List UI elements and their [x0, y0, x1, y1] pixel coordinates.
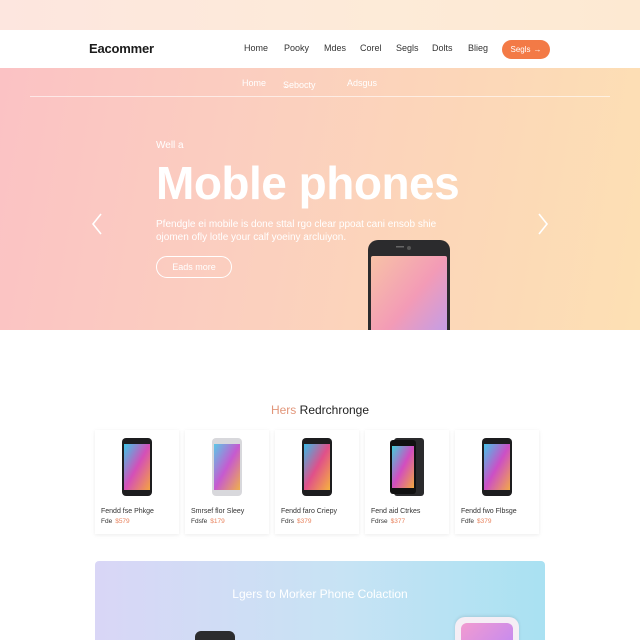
price-label: Fdrs	[281, 518, 294, 525]
product-image	[95, 438, 179, 502]
brand-logo[interactable]: Eacommer	[89, 41, 154, 56]
price-amount: $379	[297, 518, 312, 525]
chevron-right-icon[interactable]	[536, 212, 550, 236]
product-price: Fde $579	[101, 518, 130, 525]
chevron-left-icon[interactable]	[90, 212, 104, 236]
product-name: Fendd faro Criepy	[281, 508, 338, 515]
product-price: Fdrs $379	[281, 518, 311, 525]
sub-nav: Home Sebocty ⌄ Adsgus	[0, 76, 640, 96]
price-label: Fdrse	[371, 518, 388, 525]
hero-title: Moble phones	[156, 157, 460, 209]
nav-link-blieg[interactable]: Blieg	[468, 43, 488, 53]
nav-link-pooky[interactable]: Pooky	[284, 43, 324, 53]
nav-link-mdes[interactable]: Mdes	[324, 43, 360, 53]
price-label: Fdfe	[461, 518, 475, 525]
product-image	[185, 438, 269, 502]
price-amount: $379	[477, 518, 492, 525]
nav-link-home[interactable]: Home	[244, 43, 284, 53]
product-name: Smrsef flor Sleey	[191, 508, 245, 515]
chevron-down-icon: ⌄	[283, 80, 291, 90]
product-card[interactable]: Fendd faro Criepy Fdrs $379	[275, 430, 359, 534]
subnav-divider	[30, 96, 610, 97]
price-amount: $179	[210, 518, 225, 525]
product-name: Fendd fse Phkge	[101, 508, 154, 515]
product-card[interactable]: Fend aid Ctrkes Fdrse $377	[365, 430, 449, 534]
featured-title-prefix: Hers	[270, 403, 297, 417]
arrow-right-icon: →	[533, 45, 542, 54]
price-label: Fdsfe	[191, 518, 208, 525]
product-card[interactable]: Fendd fwo Flbsge Fdfe $379	[455, 430, 539, 534]
nav-link-segls[interactable]: Segls	[396, 43, 432, 53]
subnav-item-home[interactable]: Home	[242, 78, 266, 88]
product-name: Fend aid Ctrkes	[371, 508, 421, 515]
product-price: Fdfe $379	[461, 518, 491, 525]
hero-eyebrow: Well a	[156, 140, 184, 151]
price-amount: $579	[115, 518, 130, 525]
hero-phone-image	[368, 240, 450, 330]
price-amount: $377	[390, 518, 406, 525]
hero-read-more-button[interactable]: Eads more	[156, 256, 232, 278]
product-card[interactable]: Smrsef flor Sleey Fdsfe $179	[185, 430, 269, 534]
price-label: Fde	[101, 518, 113, 525]
subnav-item-adsgus[interactable]: Adsgus	[347, 78, 377, 88]
product-price: Fdsfe $179	[191, 518, 225, 525]
product-grid: Fendd fse Phkge Fde $579 Smrsef flor Slee…	[95, 430, 545, 536]
header-cta-label: Segls	[510, 45, 531, 54]
nav-link-corel[interactable]: Corel	[360, 43, 396, 53]
product-card[interactable]: Fendd fse Phkge Fde $579	[95, 430, 179, 534]
product-image	[365, 438, 449, 502]
top-banner-strip	[0, 0, 640, 30]
featured-section-title: Hers Redrchronge	[0, 403, 640, 417]
promo-title: Lgers to Morker Phone Colaction	[232, 587, 408, 601]
hero-banner: Home Sebocty ⌄ Adsgus Well a Moble phone…	[0, 68, 640, 330]
collection-promo-banner: Lgers to Morker Phone Colaction	[95, 561, 545, 640]
product-name: Fendd fwo Flbsge	[461, 508, 517, 515]
product-price: Fdrse $377	[371, 518, 405, 525]
product-image	[455, 438, 539, 502]
nav-links: Home Pooky Mdes Corel Segls Dolts Blieg	[244, 43, 488, 53]
promo-phone-image-left	[195, 631, 235, 640]
featured-title-main: Redrchronge	[299, 403, 370, 417]
header-cta-button[interactable]: Segls →	[502, 40, 550, 59]
product-image	[275, 438, 359, 502]
promo-phone-image-right	[455, 617, 519, 640]
nav-link-dolts[interactable]: Dolts	[432, 43, 468, 53]
